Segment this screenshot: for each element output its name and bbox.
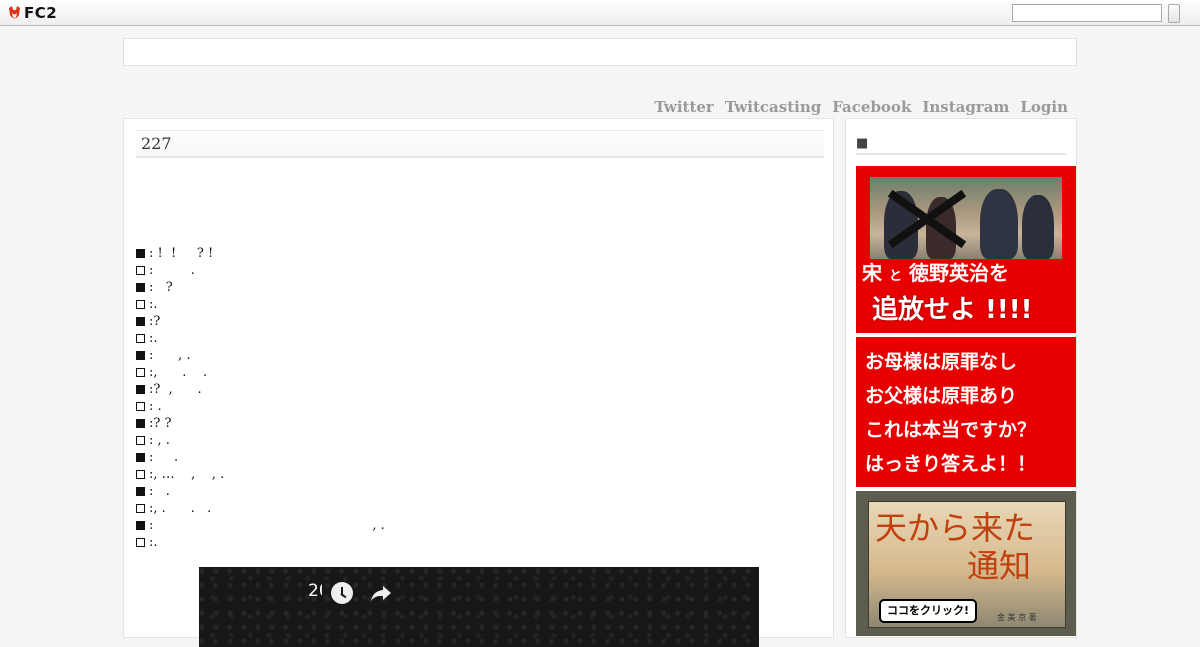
entry-line-text: : ?	[149, 280, 173, 295]
entry-list: : ! ! ? ! : . : ?:.:?:. : , . :, . . :? , . : …	[136, 245, 385, 551]
entry-line-text: : , .	[149, 433, 170, 448]
photo-figure	[980, 189, 1018, 259]
entry-list-item: : , .	[136, 347, 385, 364]
entry-list-item: :, . . .	[136, 500, 385, 517]
ad-headline: 追放せよ !!!!	[872, 295, 1033, 325]
fc2-fox-icon	[9, 5, 20, 18]
empty-square-icon	[136, 300, 145, 309]
entry-line-text: : ! ! ? !	[149, 246, 214, 261]
entry-line-text: : , .	[149, 348, 191, 363]
entry-list-item: :?	[136, 313, 385, 330]
ad-text: 徳野英治を	[908, 261, 1009, 285]
entry-line-text: :?	[149, 314, 161, 329]
ad-banner-expel[interactable]: 宋 と 徳野英治を 追放せよ !!!!	[856, 166, 1076, 333]
entry-list-item: : , .	[136, 517, 385, 534]
sidebar-heading: ■	[856, 137, 1066, 155]
fc2-logo[interactable]: FC2	[8, 4, 57, 22]
filled-square-icon	[136, 453, 145, 462]
photo-figure	[1022, 195, 1054, 259]
filled-square-icon	[136, 249, 145, 258]
filled-square-icon	[136, 419, 145, 428]
entry-line-text: :.	[149, 297, 158, 312]
empty-square-icon	[136, 334, 145, 343]
book-cover: 天から来た 通知 金 美 京 著 ココをクリック!	[868, 501, 1066, 628]
book-title: 通知	[967, 547, 1032, 585]
entry-line-text: :, … , , .	[149, 467, 225, 482]
entry-list-item: : ?	[136, 279, 385, 296]
blog-header-banner	[123, 38, 1077, 66]
ad-line: お母様は原罪なし	[865, 351, 1018, 373]
entry-line-text: :, . . .	[149, 501, 212, 516]
main-content: 227 : ! ! ? ! : . : ?:.:?:. : , . :, . . :? ,…	[123, 118, 834, 647]
filled-square-icon	[136, 487, 145, 496]
nav-link-login[interactable]: Login	[1020, 98, 1068, 118]
filled-square-icon	[136, 521, 145, 530]
social-nav: Twitter Twitcasting Facebook Instagram L…	[654, 98, 1068, 118]
fc2-logo-text: FC2	[24, 4, 58, 22]
entry-title[interactable]: 227	[136, 130, 824, 158]
entry-line-text: :.	[149, 331, 158, 346]
share-icon[interactable]	[370, 583, 392, 603]
nav-link-twitcasting[interactable]: Twitcasting	[725, 98, 821, 118]
entry-list-item: :.	[136, 534, 385, 551]
entry-line-text: : .	[149, 399, 162, 414]
entry-list-item: : .	[136, 262, 385, 279]
book-author: 金 美 京 著	[997, 613, 1037, 622]
ad-banner-book[interactable]: 天から来た 通知 金 美 京 著 ココをクリック!	[856, 491, 1076, 636]
filled-square-icon	[136, 317, 145, 326]
ad-line: これは本当ですか？	[865, 419, 1037, 441]
empty-square-icon	[136, 436, 145, 445]
entry-list-item: :? ?	[136, 415, 385, 432]
clock-icon[interactable]	[331, 582, 353, 604]
nav-link-instagram[interactable]: Instagram	[922, 98, 1009, 118]
entry-list-item: : .	[136, 398, 385, 415]
fc2-toolbar: FC2	[0, 0, 1200, 26]
entry-list-item: :.	[136, 330, 385, 347]
empty-square-icon	[136, 266, 145, 275]
empty-square-icon	[136, 402, 145, 411]
ad-line: お父様は原罪あり	[865, 385, 1018, 407]
nav-link-twitter[interactable]: Twitter	[654, 98, 713, 118]
ad-text: 宋	[862, 261, 882, 285]
empty-square-icon	[136, 368, 145, 377]
filled-square-icon	[136, 385, 145, 394]
entry-list-item: :.	[136, 296, 385, 313]
video-player[interactable]: 20	[199, 567, 759, 647]
entry-list-item: : , .	[136, 432, 385, 449]
ad-banner-original-sin[interactable]: お母様は原罪なし お父様は原罪あり これは本当ですか？ はっきり答えよ！！	[856, 337, 1076, 487]
entry-line-text: : .	[149, 484, 170, 499]
entry-line-text: : , .	[149, 518, 385, 533]
click-here-button[interactable]: ココをクリック!	[879, 599, 978, 623]
ad-photo	[870, 177, 1062, 259]
ad-line: はっきり答えよ！！	[865, 453, 1037, 475]
video-title-text: 20	[308, 581, 322, 601]
empty-square-icon	[136, 538, 145, 547]
entry-list-item: : .	[136, 449, 385, 466]
filled-square-icon	[136, 283, 145, 292]
ad-line: 宋 と 徳野英治を	[862, 260, 1072, 290]
entry-line-text: : .	[149, 450, 179, 465]
entry-line-text: :, . .	[149, 365, 208, 380]
entry-list-item: : .	[136, 483, 385, 500]
empty-square-icon	[136, 504, 145, 513]
entry-list-item: :, . .	[136, 364, 385, 381]
entry-line-text: :? ?	[149, 416, 172, 431]
entry-list-item: : ! ! ? !	[136, 245, 385, 262]
entry-line-text: : .	[149, 263, 195, 278]
book-title: 天から来た	[875, 509, 1036, 547]
entry-list-item: :, … , , .	[136, 466, 385, 483]
search-button[interactable]	[1168, 4, 1180, 23]
filled-square-icon	[136, 351, 145, 360]
entry-list-item: :? , .	[136, 381, 385, 398]
entry-line-text: :? , .	[149, 382, 202, 397]
nav-link-facebook[interactable]: Facebook	[832, 98, 911, 118]
ad-text: と	[888, 269, 902, 284]
empty-square-icon	[136, 470, 145, 479]
sidebar: ■ 宋 と 徳野英治を 追放せよ !!!! お母様は原罪なし お父様は原罪あり …	[845, 118, 1077, 638]
search-input[interactable]	[1012, 4, 1162, 22]
entry-line-text: :.	[149, 535, 158, 550]
ad-text-block: お母様は原罪なし お父様は原罪あり これは本当ですか？ はっきり答えよ！！	[865, 345, 1071, 481]
